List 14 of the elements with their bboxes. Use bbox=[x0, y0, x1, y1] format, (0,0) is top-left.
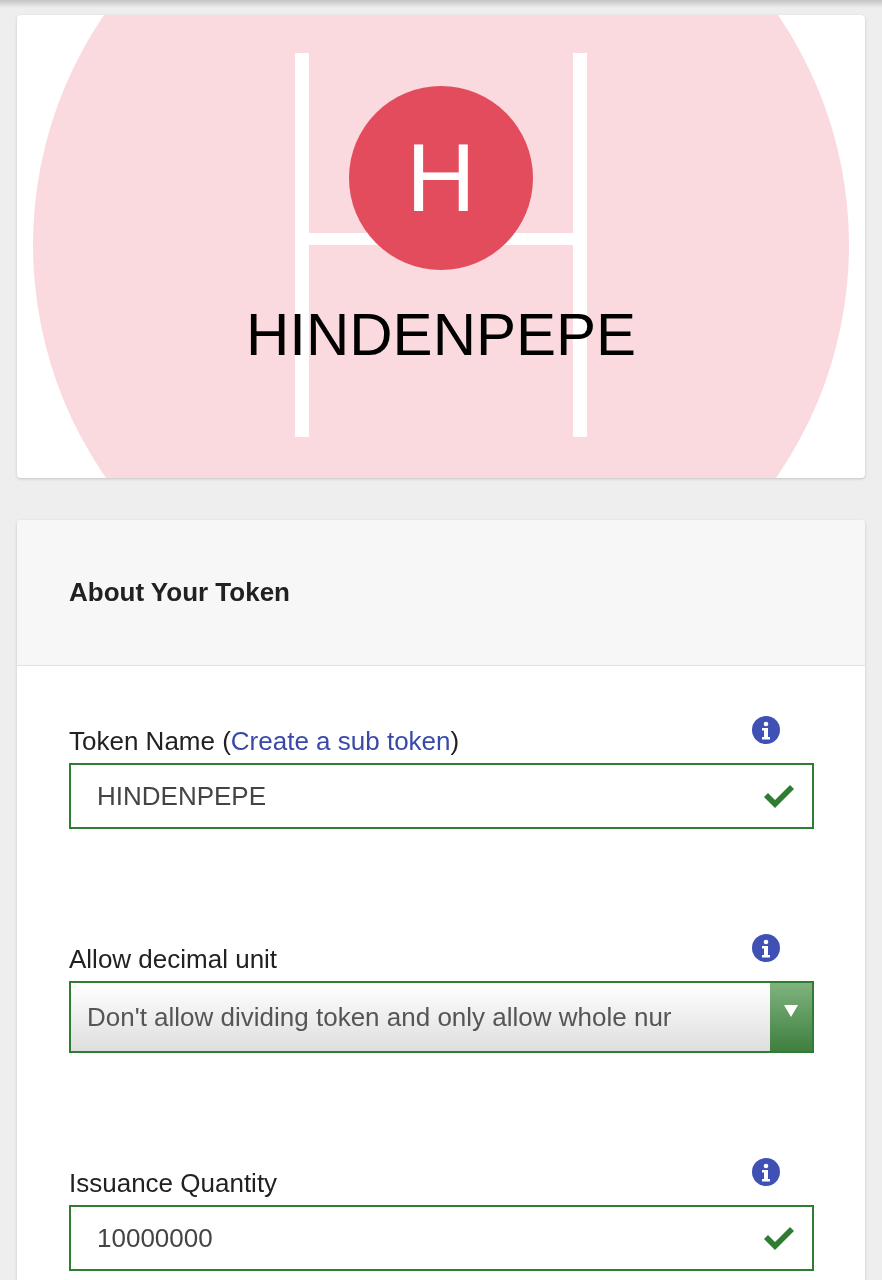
input-field[interactable]: HINDENPEPE bbox=[69, 763, 814, 829]
field-label: Issuance Quantity bbox=[69, 1168, 278, 1199]
form-title: About Your Token bbox=[69, 577, 290, 608]
info-icon[interactable] bbox=[752, 934, 780, 962]
checkmark-icon bbox=[764, 1226, 794, 1250]
checkmark-icon bbox=[764, 784, 794, 808]
sub-token-link[interactable]: Create a sub token bbox=[230, 726, 451, 756]
info-icon[interactable] bbox=[752, 716, 780, 744]
token-name: HINDENPEPE bbox=[245, 302, 637, 368]
field-label: Token Name (Create a sub token) bbox=[69, 726, 460, 757]
input-field[interactable]: 10000000 bbox=[69, 1205, 814, 1271]
info-icon[interactable] bbox=[752, 1158, 780, 1186]
field-label: Allow decimal unit bbox=[69, 944, 278, 975]
decimal-dropdown[interactable]: Don't allow dividing token and only allow whole nur bbox=[69, 981, 814, 1053]
